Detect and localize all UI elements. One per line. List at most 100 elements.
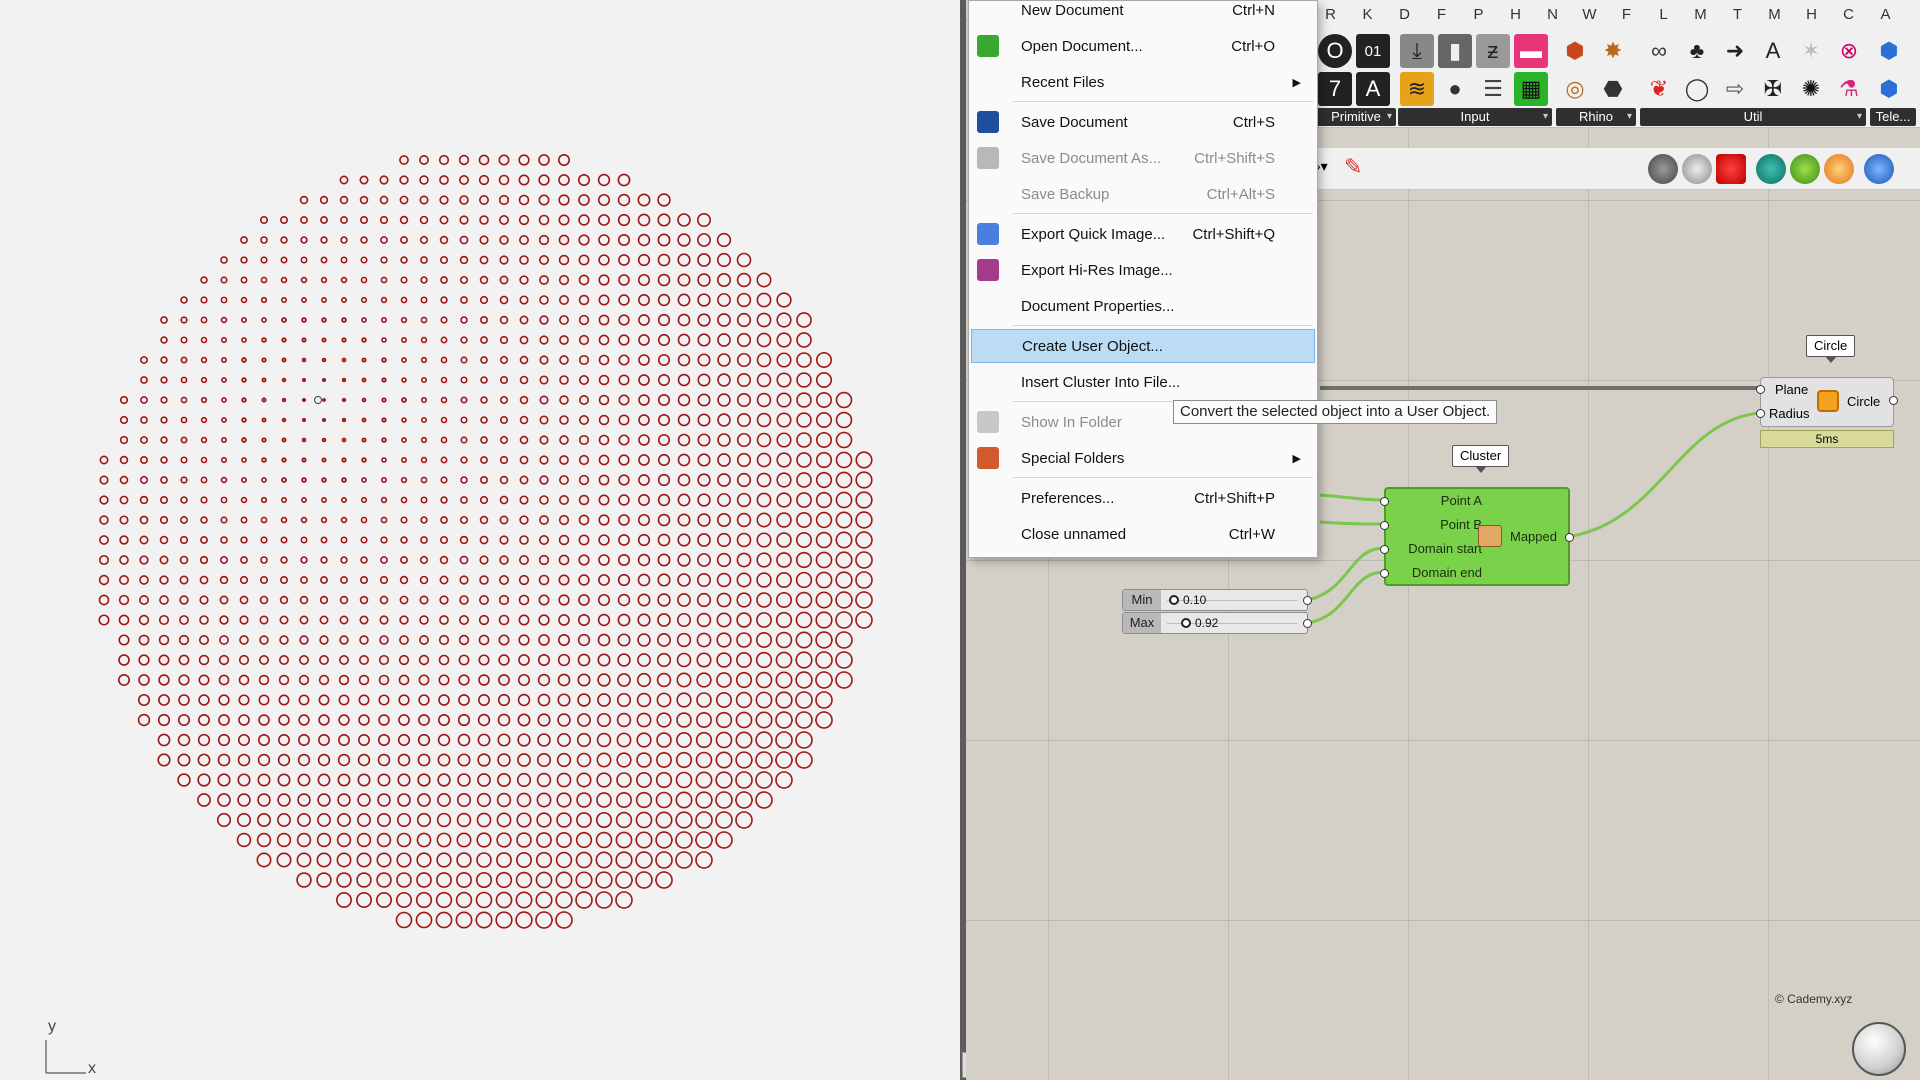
- value-list-icon[interactable]: ☰: [1476, 72, 1510, 106]
- menu-item-new-document[interactable]: New Document Ctrl+N: [971, 0, 1315, 27]
- ribbon-tab-10[interactable]: M: [1682, 6, 1719, 23]
- number-icon[interactable]: 7: [1318, 72, 1352, 106]
- tree-icon[interactable]: ♣: [1680, 34, 1714, 68]
- text-icon[interactable]: A: [1356, 72, 1390, 106]
- arrow-right-icon[interactable]: ➜: [1718, 34, 1752, 68]
- menu-item-insert-cluster-into-file[interactable]: Insert Cluster Into File...: [971, 365, 1315, 399]
- flask-icon[interactable]: ⚗: [1832, 72, 1866, 106]
- panel-primitive[interactable]: O 01 7 A Primitive ▾: [1316, 32, 1396, 126]
- integer-icon[interactable]: 01: [1356, 34, 1390, 68]
- rhino-object-icon[interactable]: ⬢: [1558, 34, 1592, 68]
- menu-item-create-user-object[interactable]: Create User Object...: [971, 329, 1315, 363]
- bird-icon[interactable]: ✠: [1756, 72, 1790, 106]
- gear-icon[interactable]: ✺: [1794, 72, 1828, 106]
- panel-telepathy[interactable]: ⬢ ⬢ Tele...: [1870, 32, 1916, 126]
- grid-circle: [256, 832, 272, 848]
- circle-component[interactable]: Plane Radius Circle: [1756, 377, 1898, 427]
- menu-item-recent-files[interactable]: Recent Files ▶: [971, 65, 1315, 99]
- grid-circle: [717, 513, 731, 527]
- slider-min[interactable]: Min 0.10: [1122, 589, 1312, 611]
- ribbon-tab-11[interactable]: T: [1719, 6, 1756, 23]
- preview-selected-icon[interactable]: [1756, 154, 1786, 184]
- circle-port-radius[interactable]: [1756, 409, 1765, 418]
- slider-max-knob[interactable]: [1181, 618, 1191, 628]
- ribbon-tab-14[interactable]: C: [1830, 6, 1867, 23]
- ribbon-tab-3[interactable]: F: [1423, 6, 1460, 23]
- boolean-icon[interactable]: O: [1318, 34, 1352, 68]
- ribbon-tab-7[interactable]: W: [1571, 6, 1608, 23]
- hexagon-icon[interactable]: ⬢: [1872, 72, 1906, 106]
- rhino-layer-icon[interactable]: ⬣: [1596, 72, 1630, 106]
- canvas-navigation-ball[interactable]: [1852, 1022, 1906, 1076]
- sparkle-icon[interactable]: ✶: [1794, 34, 1828, 68]
- ribbon-tab-15[interactable]: A: [1867, 6, 1904, 23]
- menu-item-close-unnamed[interactable]: Close unnamed Ctrl+W: [971, 517, 1315, 551]
- menu-item-export-quick-image[interactable]: Export Quick Image... Ctrl+Shift+Q: [971, 217, 1315, 251]
- knob-icon[interactable]: ●: [1438, 72, 1472, 106]
- flask-link-icon[interactable]: ⊗: [1832, 34, 1866, 68]
- sphere-dropdown-icon[interactable]: [1864, 154, 1894, 184]
- ribbon-tab-8[interactable]: F: [1608, 6, 1645, 23]
- menu-item-save-backup[interactable]: Save Backup Ctrl+Alt+S: [971, 177, 1315, 211]
- ribbon-tab-2[interactable]: D: [1386, 6, 1423, 23]
- ribbon-tab-1[interactable]: K: [1349, 6, 1386, 23]
- panel-rhino[interactable]: ⬢ ✸ ◎ ⬣ Rhino ▾: [1556, 32, 1636, 126]
- cluster-port-point-a[interactable]: [1380, 497, 1389, 506]
- circle-outline-icon[interactable]: ◯: [1680, 72, 1714, 106]
- panel-input[interactable]: ⤓ ▮ ƶ ▬ ≋ ● ☰ ▦ Input ▾: [1398, 32, 1552, 126]
- ribbon-tab-5[interactable]: H: [1497, 6, 1534, 23]
- cluster-component[interactable]: Point A Point B Domain start Domain end …: [1380, 487, 1574, 586]
- slider-min-knob[interactable]: [1169, 595, 1179, 605]
- toggle-icon[interactable]: ▮: [1438, 34, 1472, 68]
- cluster-port-domain-start[interactable]: [1380, 545, 1389, 554]
- grid-circle: [317, 793, 331, 807]
- menu-item-special-folders[interactable]: Special Folders ▶: [971, 441, 1315, 475]
- ribbon-tab-9[interactable]: L: [1645, 6, 1682, 23]
- arrow-outline-icon[interactable]: ⇨: [1718, 72, 1752, 106]
- circle-port-output[interactable]: [1889, 396, 1898, 405]
- circle-port-plane[interactable]: [1756, 385, 1765, 394]
- preview-wire-icon[interactable]: [1682, 154, 1712, 184]
- grid-circle: [240, 496, 248, 504]
- menu-item-open-document[interactable]: Open Document... Ctrl+O: [971, 29, 1315, 63]
- panel-util[interactable]: ∞ ♣ ➜ A ✶ ⊗ ❦ ◯ ⇨ ✠ ✺ ⚗ Util ▾: [1640, 32, 1866, 126]
- swatch-grid-icon[interactable]: ▦: [1514, 72, 1548, 106]
- graph-mapper-icon[interactable]: ≋: [1400, 72, 1434, 106]
- menu-item-document-properties[interactable]: Document Properties...: [971, 289, 1315, 323]
- menu-item-export-hi-res-image[interactable]: Export Hi-Res Image...: [971, 253, 1315, 287]
- grid-circle: [675, 811, 693, 829]
- rhino-curve-icon[interactable]: ◎: [1558, 72, 1592, 106]
- cluster-port-point-b[interactable]: [1380, 521, 1389, 530]
- menu-item-preferences[interactable]: Preferences... Ctrl+Shift+P: [971, 481, 1315, 515]
- ribbon-tab-12[interactable]: M: [1756, 6, 1793, 23]
- preview-material-icon[interactable]: [1824, 154, 1854, 184]
- sketch-icon[interactable]: ✎: [1344, 154, 1362, 180]
- rhino-viewport[interactable]: y x: [0, 0, 960, 1080]
- text-tag-icon[interactable]: A: [1756, 34, 1790, 68]
- slider-min-output-port[interactable]: [1303, 596, 1312, 605]
- preview-shaded-icon[interactable]: [1716, 154, 1746, 184]
- preview-mesh-icon[interactable]: [1790, 154, 1820, 184]
- ribbon-tab-6[interactable]: N: [1534, 6, 1571, 23]
- menu-item-save-document-as[interactable]: Save Document As... Ctrl+Shift+S: [971, 141, 1315, 175]
- grid-circle: [199, 555, 209, 565]
- ribbon-tab-4[interactable]: P: [1460, 6, 1497, 23]
- cluster-port-output[interactable]: [1565, 533, 1574, 542]
- menu-item-save-document[interactable]: Save Document Ctrl+S: [971, 105, 1315, 139]
- grid-circle: [260, 276, 268, 284]
- download-icon[interactable]: ⤓: [1400, 34, 1434, 68]
- grid-circle: [716, 252, 732, 268]
- preview-hide-icon[interactable]: [1648, 154, 1678, 184]
- attractor-point[interactable]: [314, 396, 322, 404]
- slider-max[interactable]: Max 0.92: [1122, 612, 1312, 634]
- ribbon-tab-13[interactable]: H: [1793, 6, 1830, 23]
- cluster-port-domain-end[interactable]: [1380, 569, 1389, 578]
- slider-max-output-port[interactable]: [1303, 619, 1312, 628]
- glasses-icon[interactable]: ∞: [1642, 34, 1676, 68]
- hexagon-icon[interactable]: ⬢: [1872, 34, 1906, 68]
- cherry-icon[interactable]: ❦: [1642, 72, 1676, 106]
- color-swatch-icon[interactable]: ▬: [1514, 34, 1548, 68]
- gradient-icon[interactable]: ƶ: [1476, 34, 1510, 68]
- grid-circle: [358, 674, 370, 686]
- rhino-mesh-icon[interactable]: ✸: [1596, 34, 1630, 68]
